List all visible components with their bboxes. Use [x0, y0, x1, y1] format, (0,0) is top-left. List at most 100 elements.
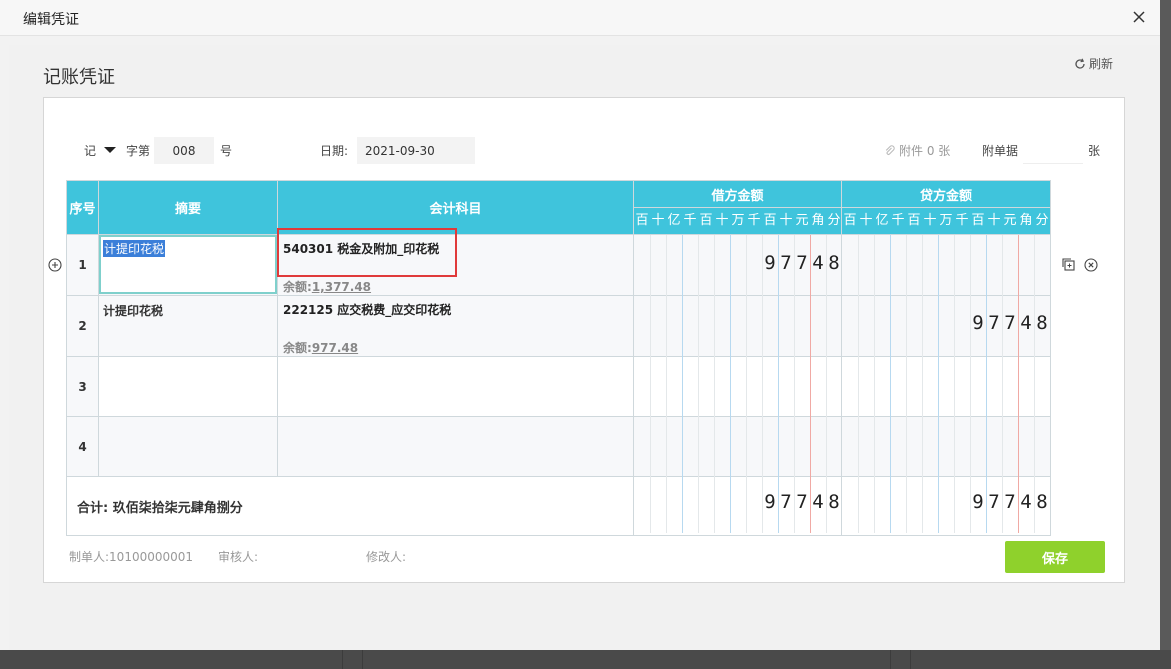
- digit-column-line: [1034, 235, 1035, 533]
- amount-digit: 4: [1020, 312, 1032, 334]
- amount-digit: 9: [972, 491, 984, 513]
- debit-amount-area: 百十亿千百十万千百十元角分9774897748: [634, 208, 842, 533]
- digit-header: 角: [811, 213, 825, 228]
- attach-doc-input[interactable]: [1023, 137, 1083, 164]
- add-row-icon: [48, 258, 62, 272]
- digit-column-line: [762, 235, 763, 533]
- total-text: 玖佰柒拾柒元肆角捌分: [112, 500, 243, 516]
- dialog-title: 编辑凭证: [23, 12, 79, 28]
- digit-column-line: [714, 235, 715, 533]
- delete-row-icon: [1084, 258, 1098, 272]
- digit-header: 元: [1003, 213, 1017, 228]
- highlight-box: [277, 228, 457, 277]
- date-value: 2021-09-30: [365, 143, 435, 158]
- digit-header: 分: [1035, 213, 1049, 228]
- amount-digit: 7: [988, 312, 1000, 334]
- digit-header: 十: [859, 213, 873, 228]
- voucher-number-value: 008: [172, 143, 196, 158]
- digit-header: 百: [635, 213, 649, 228]
- balance-value[interactable]: 1,377.48: [312, 280, 371, 294]
- seq-header: 序号: [66, 180, 99, 235]
- digit-column-line: [730, 235, 731, 533]
- digit-column-line: [778, 235, 779, 533]
- subject-cell[interactable]: [277, 356, 634, 417]
- amount-digit: 7: [988, 491, 1000, 513]
- digit-column-line: [1002, 235, 1003, 533]
- digit-header: 十: [651, 213, 665, 228]
- amount-digit: 7: [796, 491, 808, 513]
- digit-header: 十: [715, 213, 729, 228]
- digit-header: 百: [699, 213, 713, 228]
- add-row-button[interactable]: [48, 258, 62, 272]
- zidi-label: 字第: [126, 144, 151, 158]
- row-seq: 1: [66, 234, 99, 296]
- amount-digit: 7: [1004, 491, 1016, 513]
- credit-amount-area: 百十亿千百十万千百十元角分9774897748: [842, 208, 1050, 533]
- close-button[interactable]: [1132, 10, 1146, 24]
- hao-label: 号: [220, 144, 233, 158]
- close-icon: [1133, 11, 1145, 23]
- date-input[interactable]: 2021-09-30: [357, 137, 475, 164]
- word-type-select[interactable]: 记: [84, 142, 96, 159]
- amount-digit: 4: [1020, 491, 1032, 513]
- digit-column-line: [1018, 235, 1019, 533]
- subject-cell[interactable]: [277, 416, 634, 477]
- copy-row-icon: [1062, 258, 1075, 271]
- balance-label: 余额:: [283, 280, 312, 294]
- summary-text: 计提印花税: [103, 304, 164, 318]
- subject-cell[interactable]: 222125 应交税费_应交印花税 余额:977.48: [277, 295, 634, 357]
- digit-column-line: [906, 235, 907, 533]
- delete-row-button[interactable]: [1084, 258, 1098, 272]
- page-title: 记账凭证: [43, 67, 115, 88]
- dialog-header: 编辑凭证: [0, 0, 1160, 36]
- credit-header: 贷方金额: [841, 180, 1051, 208]
- digit-header: 万: [731, 213, 745, 228]
- attachment-link[interactable]: 附件 0 张: [884, 142, 950, 159]
- summary-header: 摘要: [98, 180, 278, 235]
- summary-editor[interactable]: 计提印花税: [99, 235, 277, 294]
- summary-cell[interactable]: [98, 356, 278, 417]
- digit-column-line: [954, 235, 955, 533]
- digit-header: 万: [939, 213, 953, 228]
- modifier-label: 修改人:: [366, 550, 407, 564]
- digit-column-line: [746, 235, 747, 533]
- digit-column-line: [794, 235, 795, 533]
- debit-header: 借方金额: [633, 180, 842, 208]
- subject-header: 会计科目: [277, 180, 634, 235]
- amount-digit: 8: [1036, 491, 1048, 513]
- refresh-button[interactable]: 刷新: [1074, 55, 1113, 72]
- summary-cell[interactable]: [98, 416, 278, 477]
- refresh-icon: [1075, 58, 1085, 69]
- save-button[interactable]: 保存: [1005, 541, 1105, 573]
- summary-cell[interactable]: 计提印花税: [98, 295, 278, 357]
- zhang-label: 张: [1088, 144, 1101, 158]
- caret-down-icon[interactable]: [104, 147, 116, 153]
- digit-header: 百: [907, 213, 921, 228]
- attach-doc-label: 附单据: [982, 144, 1019, 158]
- digit-header: 千: [683, 213, 697, 228]
- digit-header: 角: [1019, 213, 1033, 228]
- reviewer-label: 审核人:: [218, 550, 259, 564]
- bg-divider: [362, 650, 363, 669]
- digit-column-line: [826, 235, 827, 533]
- digit-column-line: [650, 235, 651, 533]
- maker-label: 制单人:10100000001: [69, 550, 194, 564]
- digit-header: 十: [987, 213, 1001, 228]
- digit-header: 千: [891, 213, 905, 228]
- amount-digit: 8: [828, 252, 840, 274]
- amount-digit: 7: [796, 252, 808, 274]
- digit-header: 分: [827, 213, 841, 228]
- copy-row-button[interactable]: [1061, 257, 1076, 272]
- amount-digit: 4: [812, 491, 824, 513]
- balance: 余额:977.48: [283, 339, 628, 356]
- background-strip: [0, 650, 1171, 669]
- row-seq: 2: [66, 295, 99, 357]
- digit-column-line: [682, 235, 683, 533]
- digit-header: 亿: [667, 213, 681, 228]
- digit-header: 千: [747, 213, 761, 228]
- refresh-label: 刷新: [1089, 57, 1114, 71]
- voucher-number-input[interactable]: 008: [154, 137, 214, 164]
- digit-header: 元: [795, 213, 809, 228]
- digit-header: 百: [763, 213, 777, 228]
- balance-value[interactable]: 977.48: [312, 341, 358, 355]
